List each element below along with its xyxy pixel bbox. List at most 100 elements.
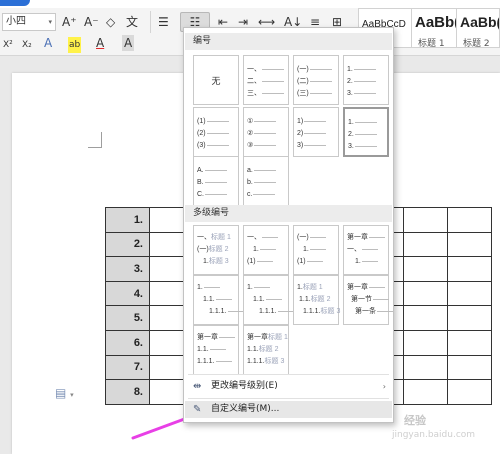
multilevel-sample-line: 1.1.标题 2 bbox=[247, 346, 279, 354]
style-card-heading-2[interactable]: AaBb( 标题 2 bbox=[456, 8, 500, 48]
multilevel-option[interactable]: 第一章标题 1 1.1.标题 2 1.1.1.标题 3 bbox=[243, 325, 289, 375]
phonetic-guide-button[interactable]: 文 bbox=[126, 14, 138, 30]
table-cell[interactable] bbox=[403, 231, 448, 258]
numbering-marker: ② bbox=[247, 130, 254, 137]
placeholder-line bbox=[354, 133, 377, 135]
table-cell[interactable] bbox=[447, 231, 492, 258]
custom-numbering-menu-item[interactable]: ✎ 自定义编号(M)... bbox=[185, 401, 392, 418]
numbering-option[interactable]: 1. 2. 3. bbox=[343, 107, 389, 157]
char-shading-button[interactable]: A bbox=[122, 35, 135, 51]
style-card-heading-1[interactable]: AaBb( 标题 1 bbox=[411, 8, 459, 49]
multilevel-option[interactable]: 1. 1.1. 1.1.1. bbox=[193, 275, 244, 325]
numbering-option[interactable]: 一、 二、 三、 bbox=[243, 55, 289, 105]
placeholder-line bbox=[354, 121, 377, 123]
table-cell[interactable] bbox=[447, 280, 492, 307]
multilevel-sample-line: 一、 bbox=[247, 234, 278, 242]
style-caption: 标题 2 bbox=[463, 39, 490, 48]
numbering-option[interactable]: (一) (二) (三) bbox=[293, 55, 339, 105]
multilevel-option[interactable]: 第一章 1.1. 1.1.1. bbox=[193, 325, 239, 375]
numbering-sample-line: 三、 bbox=[247, 90, 284, 98]
table-cell[interactable] bbox=[403, 354, 448, 381]
row-number-cell[interactable]: 4. bbox=[105, 280, 150, 307]
numbering-option[interactable]: 1. 2. 3. bbox=[343, 55, 389, 105]
numbering-marker: 一、 bbox=[247, 66, 261, 73]
row-number-cell[interactable]: 8. bbox=[105, 379, 150, 405]
text-effect-button[interactable]: A bbox=[44, 35, 52, 51]
multilevel-sample-line: 1.1.1. bbox=[259, 308, 294, 316]
table-cell[interactable] bbox=[403, 280, 448, 307]
heading-placeholder: 标题 1 bbox=[268, 334, 288, 341]
numbering-marker: (二) bbox=[297, 78, 309, 85]
table-cell[interactable] bbox=[447, 354, 492, 381]
chevron-down-icon[interactable]: ▾ bbox=[48, 14, 52, 30]
font-size-select[interactable]: 小四 ▾ bbox=[2, 13, 56, 31]
numbering-marker: (三) bbox=[297, 90, 309, 97]
grow-font-button[interactable]: A⁺ bbox=[62, 14, 77, 30]
numbering-dropdown: 编号 无 一、 二、 三、 (一) (二) (三) 1. 2. 3. (1) (2) (3) ① ② ③ 1)… bbox=[183, 27, 394, 423]
row-number-cell[interactable]: 5. bbox=[105, 305, 150, 331]
placeholder-line bbox=[304, 144, 327, 146]
chevron-down-icon[interactable]: ▾ bbox=[70, 391, 74, 399]
shrink-font-button[interactable]: A⁻ bbox=[84, 14, 99, 30]
placeholder-line bbox=[262, 68, 284, 70]
subscript-button[interactable]: X₂ bbox=[22, 37, 32, 53]
row-number-cell[interactable]: 1. bbox=[105, 207, 150, 233]
clear-format-icon[interactable]: ◇ bbox=[106, 14, 115, 30]
section-header-numbering: 编号 bbox=[185, 33, 392, 50]
table-cell[interactable] bbox=[447, 256, 492, 282]
active-tab-indicator[interactable] bbox=[0, 0, 30, 6]
numbering-marker: (2) bbox=[197, 130, 206, 137]
bullets-button[interactable]: ☰ bbox=[158, 14, 169, 30]
level-marker: 1. bbox=[303, 246, 309, 253]
multilevel-option[interactable]: 一、 1. (1) bbox=[243, 225, 289, 275]
row-number-cell[interactable]: 7. bbox=[105, 354, 150, 381]
numbering-option[interactable]: (1) (2) (3) bbox=[193, 107, 239, 157]
table-cell[interactable] bbox=[447, 329, 492, 356]
numbering-option[interactable]: A. B. C. bbox=[193, 156, 239, 206]
multilevel-sample-line: 第一条 bbox=[355, 308, 393, 316]
numbering-sample-line: 2. bbox=[348, 131, 377, 139]
placeholder-line bbox=[259, 248, 276, 250]
numbering-option[interactable]: ① ② ③ bbox=[243, 107, 289, 157]
paragraph-layout-icon[interactable]: ▤ ▾ bbox=[55, 386, 74, 400]
numbering-sample-line: ③ bbox=[247, 142, 277, 150]
multilevel-option[interactable]: 第一章 第一节 第一条 bbox=[343, 275, 393, 325]
custom-numbering-label: 自定义编号(M)... bbox=[211, 404, 280, 414]
level-marker: 1.1. bbox=[247, 346, 259, 353]
heading-placeholder: 标题 2 bbox=[310, 296, 331, 303]
watermark-site-name: 经验 bbox=[404, 414, 426, 427]
row-number-cell[interactable]: 3. bbox=[105, 256, 150, 282]
row-number-cell[interactable]: 2. bbox=[105, 231, 150, 258]
numbering-option-none[interactable]: 无 bbox=[193, 55, 239, 105]
multilevel-option[interactable]: (一) 1. (1) bbox=[293, 225, 339, 275]
table-cell[interactable] bbox=[403, 379, 448, 405]
table-cell[interactable] bbox=[403, 256, 448, 282]
superscript-button[interactable]: X² bbox=[3, 37, 13, 53]
multilevel-sample-line: (1) bbox=[247, 258, 273, 266]
table-cell[interactable] bbox=[403, 305, 448, 331]
table-cell[interactable] bbox=[403, 207, 448, 233]
list-level-icon: ⇹ bbox=[193, 381, 202, 392]
multilevel-sample-line: 第一章 bbox=[347, 284, 385, 292]
multilevel-option[interactable]: 1.标题 1 1.1.标题 2 1.1.1.标题 3 bbox=[293, 275, 341, 325]
level-marker: (1) bbox=[247, 258, 256, 265]
heading-placeholder: 标题 3 bbox=[320, 308, 341, 315]
numbering-option[interactable]: a. b. c. bbox=[243, 156, 289, 206]
change-level-menu-item[interactable]: ⇹ 更改编号级别(E) › bbox=[185, 378, 392, 395]
placeholder-line bbox=[206, 132, 229, 134]
table-cell[interactable] bbox=[403, 329, 448, 356]
table-cell[interactable] bbox=[447, 305, 492, 331]
multilevel-option[interactable]: 第一章 一、 1. bbox=[343, 225, 389, 275]
level-marker: 1.1.1. bbox=[209, 308, 227, 315]
multilevel-option[interactable]: 1. 1.1. 1.1.1. bbox=[243, 275, 294, 325]
multilevel-option[interactable]: 一、标题 1 (一)标题 2 1.标题 3 bbox=[193, 225, 239, 275]
row-number-cell[interactable]: 6. bbox=[105, 329, 150, 356]
table-cell[interactable] bbox=[447, 207, 492, 233]
multilevel-sample-line: 1.1. bbox=[253, 296, 282, 304]
placeholder-line bbox=[262, 80, 284, 82]
font-color-button[interactable]: A bbox=[96, 35, 104, 51]
table-cell[interactable] bbox=[447, 379, 492, 405]
highlight-button[interactable]: ab bbox=[68, 37, 82, 53]
numbering-option[interactable]: 1) 2) 3) bbox=[293, 107, 339, 157]
numbering-marker: (3) bbox=[197, 142, 206, 149]
